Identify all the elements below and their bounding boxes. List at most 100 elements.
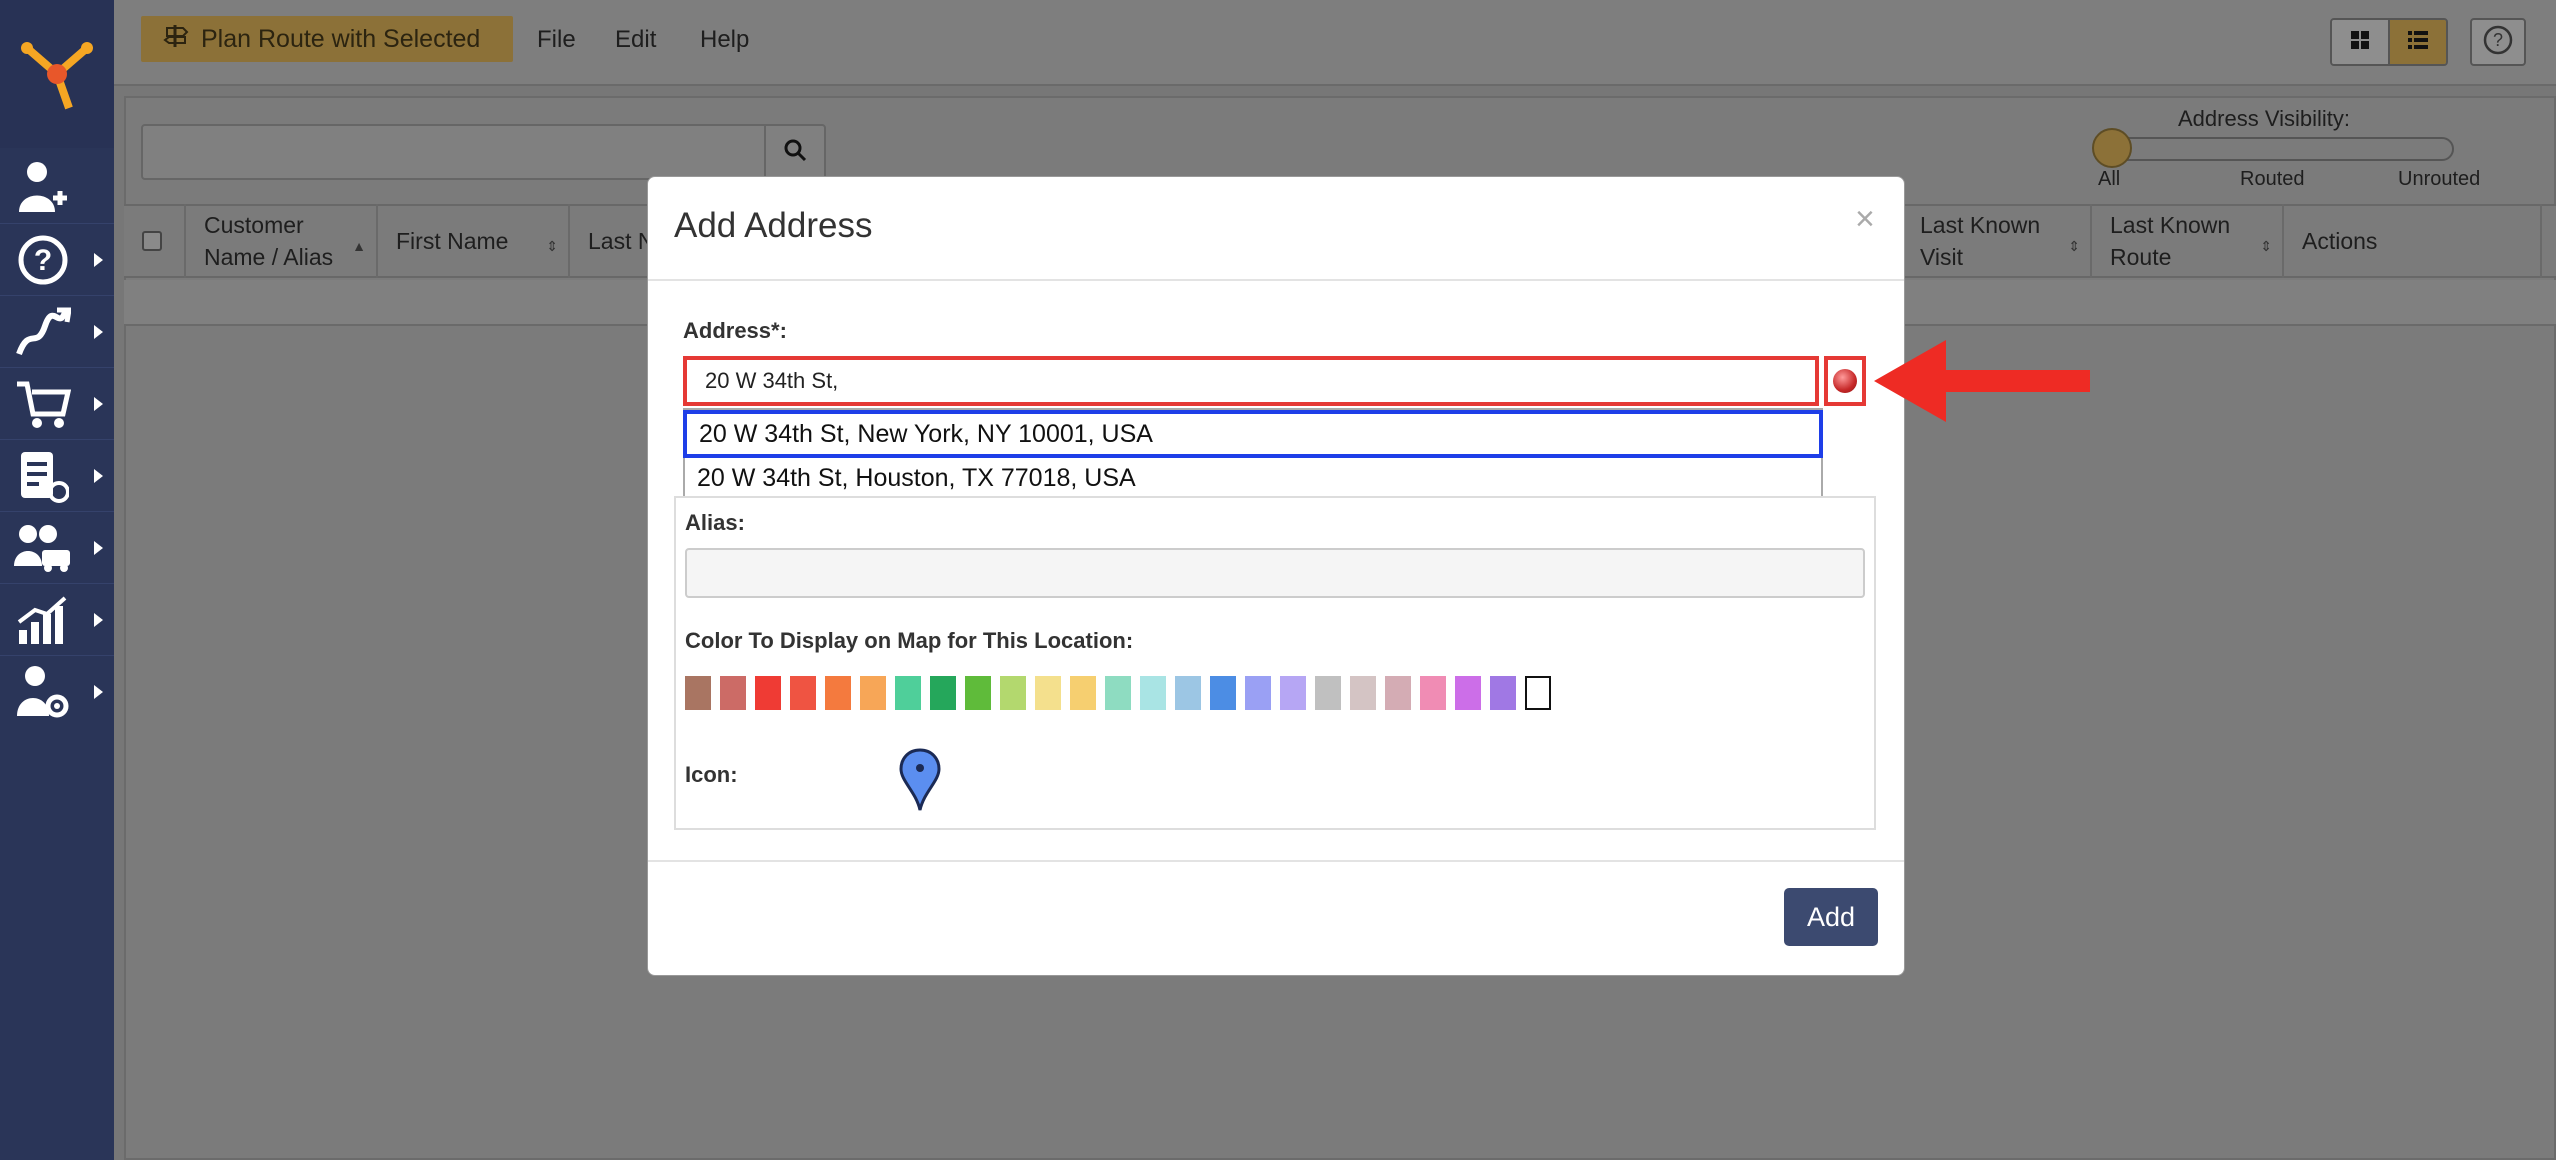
color-swatch[interactable] [1210, 676, 1236, 710]
team-icon [0, 522, 86, 574]
grid-view-button[interactable] [2332, 20, 2388, 64]
address-details-panel [674, 496, 1876, 830]
expand-caret-icon [94, 468, 103, 483]
column-label: Last N [588, 228, 655, 254]
help-button[interactable]: ? [2470, 18, 2526, 66]
color-swatch[interactable] [895, 676, 921, 710]
visibility-option-routed[interactable]: Routed [2240, 168, 2305, 191]
column-label: Customer Name / Alias [204, 212, 334, 270]
add-button[interactable]: Add [1784, 888, 1878, 946]
color-swatch[interactable] [1035, 676, 1061, 710]
address-suggestion-item[interactable]: 20 W 34th St, Houston, TX 77018, USA [683, 458, 1823, 498]
cart-icon [0, 378, 86, 430]
menu-edit[interactable]: Edit [615, 26, 656, 54]
sidebar-item-address-book[interactable] [0, 440, 114, 512]
alias-label: Alias: [685, 510, 745, 535]
visibility-option-all[interactable]: All [2098, 168, 2120, 191]
color-swatch[interactable] [720, 676, 746, 710]
sort-icon: ⇕ [2260, 238, 2272, 254]
expand-caret-icon [94, 252, 103, 267]
list-icon [2407, 30, 2429, 55]
address-suggestion-item[interactable]: 20 W 34th St, New York, NY 10001, USA [683, 410, 1823, 458]
expand-caret-icon [94, 612, 103, 627]
app-logo[interactable] [0, 0, 114, 148]
color-swatch-picker [685, 676, 1551, 712]
color-swatch[interactable] [1000, 676, 1026, 710]
color-swatch[interactable] [1280, 676, 1306, 710]
modal-close-button[interactable]: × [1855, 200, 1875, 239]
highlight-arrow-icon [1874, 340, 2090, 422]
list-view-button[interactable] [2388, 20, 2446, 64]
color-swatch[interactable] [1385, 676, 1411, 710]
color-swatch[interactable] [1245, 676, 1271, 710]
address-input[interactable] [683, 356, 1819, 406]
map-color-label: Color To Display on Map for This Locatio… [685, 628, 1134, 653]
color-swatch[interactable] [1420, 676, 1446, 710]
color-swatch[interactable] [1140, 676, 1166, 710]
column-label: Actions [2302, 228, 2378, 254]
signpost-icon [163, 23, 189, 56]
settings-user-icon [0, 664, 86, 720]
color-swatch[interactable] [685, 676, 711, 710]
menu-help[interactable]: Help [700, 26, 749, 54]
color-swatch[interactable] [825, 676, 851, 710]
address-visibility-slider[interactable] [2100, 137, 2454, 161]
sidebar-item-analytics[interactable] [0, 584, 114, 656]
address-status-indicator [1824, 356, 1866, 406]
column-last-known-visit[interactable]: Last Known Visit ⇕ [1902, 204, 2092, 278]
routes-icon [0, 306, 86, 358]
sidebar-item-account-settings[interactable] [0, 656, 114, 728]
modal-title: Add Address [674, 206, 873, 245]
expand-caret-icon [94, 540, 103, 555]
status-dot-icon [1833, 369, 1857, 393]
alias-input[interactable] [685, 548, 1865, 598]
plan-route-label: Plan Route with Selected [201, 24, 481, 53]
sidebar-item-add-customer[interactable] [0, 152, 114, 224]
svg-text:?: ? [2493, 30, 2503, 50]
sort-icon: ⇕ [2068, 238, 2080, 254]
visibility-option-unrouted[interactable]: Unrouted [2398, 168, 2480, 191]
map-pin-icon[interactable] [898, 748, 942, 812]
color-swatch[interactable] [930, 676, 956, 710]
search-icon [783, 138, 807, 167]
orders-icon [0, 448, 86, 504]
color-swatch[interactable] [1455, 676, 1481, 710]
color-swatch[interactable] [1070, 676, 1096, 710]
address-visibility-handle[interactable] [2092, 128, 2132, 168]
column-actions: Actions [2284, 204, 2542, 278]
analytics-icon [0, 594, 86, 646]
column-label: First Name [396, 228, 509, 254]
plan-route-button[interactable]: Plan Route with Selected [141, 16, 513, 62]
address-label: Address*: [683, 318, 787, 343]
color-swatch[interactable] [790, 676, 816, 710]
color-swatch[interactable] [1490, 676, 1516, 710]
color-swatch[interactable] [1175, 676, 1201, 710]
help-circle-icon: ? [2482, 24, 2514, 61]
sidebar-item-routes[interactable] [0, 296, 114, 368]
modal-header-divider [648, 279, 1904, 281]
sidebar-item-help[interactable]: ? [0, 224, 114, 296]
column-last-known-route[interactable]: Last Known Route ⇕ [2092, 204, 2284, 278]
color-swatch[interactable] [965, 676, 991, 710]
menu-file[interactable]: File [537, 26, 576, 54]
color-swatch[interactable] [1315, 676, 1341, 710]
icon-label: Icon: [685, 762, 738, 787]
search-button[interactable] [764, 124, 826, 180]
sidebar-item-team[interactable] [0, 512, 114, 584]
address-visibility-label: Address Visibility: [2178, 106, 2350, 131]
search-input[interactable] [141, 124, 766, 180]
column-label: Last Known Route [2110, 212, 2231, 270]
select-all-cell [124, 204, 186, 278]
color-swatch[interactable] [755, 676, 781, 710]
select-all-checkbox[interactable] [142, 231, 162, 251]
column-first-name[interactable]: First Name ⇕ [378, 204, 570, 278]
color-swatch[interactable] [860, 676, 886, 710]
expand-caret-icon [94, 685, 103, 699]
color-swatch[interactable] [1525, 676, 1551, 710]
color-swatch[interactable] [1105, 676, 1131, 710]
column-customer-name[interactable]: Customer Name / Alias ▲ [186, 204, 378, 278]
color-swatch[interactable] [1350, 676, 1376, 710]
sidebar-item-orders-cart[interactable] [0, 368, 114, 440]
expand-caret-icon [94, 396, 103, 411]
expand-caret-icon [94, 324, 103, 339]
